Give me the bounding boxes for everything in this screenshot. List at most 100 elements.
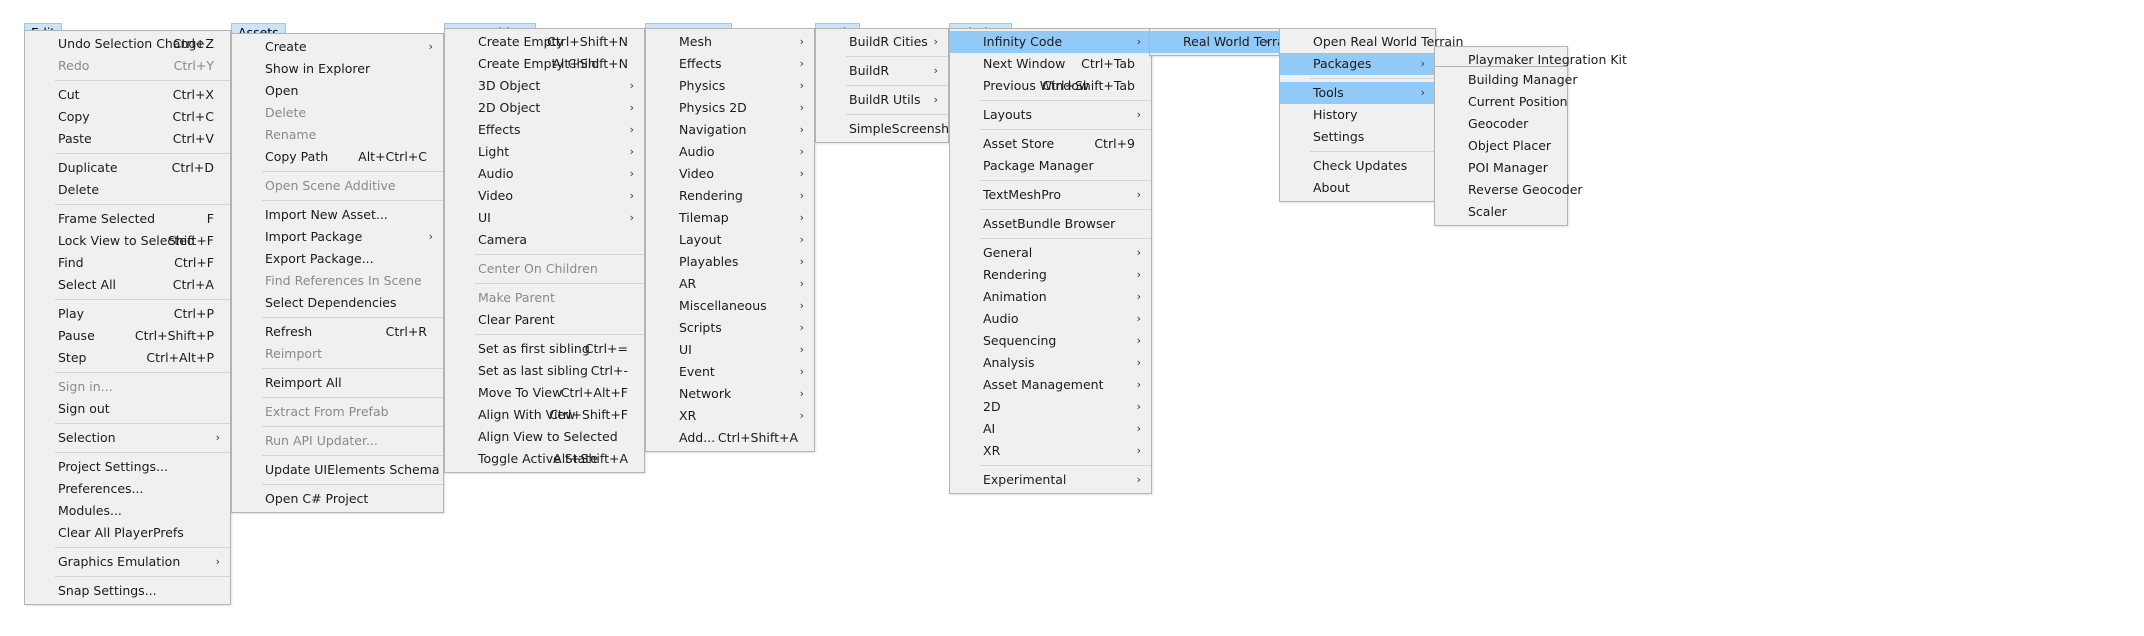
menu-item-frame-selected[interactable]: Frame Selected F	[25, 208, 230, 230]
menu-item-set-as-last-sibling[interactable]: Set as last sibling Ctrl+-	[445, 360, 644, 382]
menu-item-cut[interactable]: Cut Ctrl+X	[25, 84, 230, 106]
menu-item-align-view-to-selected[interactable]: Align View to Selected	[445, 426, 644, 448]
menu-item-clear-parent[interactable]: Clear Parent	[445, 309, 644, 331]
menu-item-play[interactable]: Play Ctrl+P	[25, 303, 230, 325]
menu-item-toggle-active-state[interactable]: Toggle Active State Alt+Shift+A	[445, 448, 644, 470]
menu-item-mesh[interactable]: Mesh ›	[646, 31, 814, 53]
menu-item-ai[interactable]: AI ›	[950, 418, 1151, 440]
menu-item-3d-object[interactable]: 3D Object ›	[445, 75, 644, 97]
menu-item-add[interactable]: Add... Ctrl+Shift+A	[646, 427, 814, 449]
menu-item-find[interactable]: Find Ctrl+F	[25, 252, 230, 274]
menu-item-poi-manager[interactable]: POI Manager	[1435, 157, 1567, 179]
menu-item-preferences[interactable]: Preferences...	[25, 478, 230, 500]
menu-item-reimport-all[interactable]: Reimport All	[232, 372, 443, 394]
menu-item-video[interactable]: Video ›	[646, 163, 814, 185]
menu-item-select-dependencies[interactable]: Select Dependencies	[232, 292, 443, 314]
menu-item-package-manager[interactable]: Package Manager	[950, 155, 1151, 177]
menu-item-import-package[interactable]: Import Package ›	[232, 226, 443, 248]
menu-item-copy-path[interactable]: Copy Path Alt+Ctrl+C	[232, 146, 443, 168]
menu-item-import-new-asset[interactable]: Import New Asset...	[232, 204, 443, 226]
menu-item-rendering[interactable]: Rendering ›	[646, 185, 814, 207]
menu-item-open[interactable]: Open	[232, 80, 443, 102]
menu-item-effects[interactable]: Effects ›	[646, 53, 814, 75]
menu-item-align-with-view[interactable]: Align With View Ctrl+Shift+F	[445, 404, 644, 426]
menu-item-general[interactable]: General ›	[950, 242, 1151, 264]
menu-item-real-world-terrain[interactable]: Real World Terrain ›	[1150, 31, 1296, 53]
menu-item-2d-object[interactable]: 2D Object ›	[445, 97, 644, 119]
menu-item-ar[interactable]: AR ›	[646, 273, 814, 295]
menu-item-asset-management[interactable]: Asset Management ›	[950, 374, 1151, 396]
menu-item-scripts[interactable]: Scripts ›	[646, 317, 814, 339]
menu-item-camera[interactable]: Camera	[445, 229, 644, 251]
menu-item-buildr-cities[interactable]: BuildR Cities ›	[816, 31, 948, 53]
menu-item-layout[interactable]: Layout ›	[646, 229, 814, 251]
menu-item-settings[interactable]: Settings	[1280, 126, 1435, 148]
menu-item-scaler[interactable]: Scaler	[1435, 201, 1567, 223]
menu-item-undo-selection-change[interactable]: Undo Selection Change Ctrl+Z	[25, 33, 230, 55]
menu-item-duplicate[interactable]: Duplicate Ctrl+D	[25, 157, 230, 179]
menu-item-selection[interactable]: Selection ›	[25, 427, 230, 449]
menu-item-buildr-utils[interactable]: BuildR Utils ›	[816, 89, 948, 111]
menu-item-packages[interactable]: Packages ›	[1280, 53, 1435, 75]
menu-item-simplescreenshot[interactable]: SimpleScreenshot	[816, 118, 962, 140]
menu-item-audio[interactable]: Audio ›	[445, 163, 644, 185]
menu-item-object-placer[interactable]: Object Placer	[1435, 135, 1567, 157]
menu-item-reverse-geocoder[interactable]: Reverse Geocoder	[1435, 179, 1583, 201]
menu-item-set-as-first-sibling[interactable]: Set as first sibling Ctrl+=	[445, 338, 644, 360]
menu-item-about[interactable]: About	[1280, 177, 1435, 199]
menu-item-history[interactable]: History	[1280, 104, 1435, 126]
menu-item-event[interactable]: Event ›	[646, 361, 814, 383]
menu-item-refresh[interactable]: Refresh Ctrl+R	[232, 321, 443, 343]
menu-item-layouts[interactable]: Layouts ›	[950, 104, 1151, 126]
menu-item-create[interactable]: Create ›	[232, 36, 443, 58]
menu-item-select-all[interactable]: Select All Ctrl+A	[25, 274, 230, 296]
menu-item-animation[interactable]: Animation ›	[950, 286, 1151, 308]
menu-item-export-package[interactable]: Export Package...	[232, 248, 443, 270]
menu-item-analysis[interactable]: Analysis ›	[950, 352, 1151, 374]
menu-item-sign-out[interactable]: Sign out	[25, 398, 230, 420]
menu-item-2d[interactable]: 2D ›	[950, 396, 1151, 418]
menu-item-audio[interactable]: Audio ›	[950, 308, 1151, 330]
menu-item-delete[interactable]: Delete	[25, 179, 230, 201]
menu-item-building-manager[interactable]: Building Manager	[1435, 69, 1577, 91]
menu-item-textmeshpro[interactable]: TextMeshPro ›	[950, 184, 1151, 206]
menu-item-pause[interactable]: Pause Ctrl+Shift+P	[25, 325, 230, 347]
menu-item-show-in-explorer[interactable]: Show in Explorer	[232, 58, 443, 80]
menu-item-copy[interactable]: Copy Ctrl+C	[25, 106, 230, 128]
menu-item-playables[interactable]: Playables ›	[646, 251, 814, 273]
menu-item-next-window[interactable]: Next Window Ctrl+Tab	[950, 53, 1151, 75]
menu-item-infinity-code[interactable]: Infinity Code ›	[950, 31, 1151, 53]
menu-item-modules[interactable]: Modules...	[25, 500, 230, 522]
menu-item-snap-settings[interactable]: Snap Settings...	[25, 580, 230, 602]
menu-item-physics[interactable]: Physics ›	[646, 75, 814, 97]
menu-item-graphics-emulation[interactable]: Graphics Emulation ›	[25, 551, 230, 573]
menu-item-asset-store[interactable]: Asset Store Ctrl+9	[950, 133, 1151, 155]
menu-item-light[interactable]: Light ›	[445, 141, 644, 163]
menu-item-xr[interactable]: XR ›	[950, 440, 1151, 462]
menu-item-video[interactable]: Video ›	[445, 185, 644, 207]
menu-item-ui[interactable]: UI ›	[646, 339, 814, 361]
menu-item-xr[interactable]: XR ›	[646, 405, 814, 427]
menu-item-physics-2d[interactable]: Physics 2D ›	[646, 97, 814, 119]
menu-item-open-c-project[interactable]: Open C# Project	[232, 488, 443, 510]
menu-item-network[interactable]: Network ›	[646, 383, 814, 405]
menu-item-navigation[interactable]: Navigation ›	[646, 119, 814, 141]
menu-item-geocoder[interactable]: Geocoder	[1435, 113, 1567, 135]
menu-item-update-uielements-schema[interactable]: Update UIElements Schema	[232, 459, 443, 481]
menu-item-move-to-view[interactable]: Move To View Ctrl+Alt+F	[445, 382, 644, 404]
menu-item-audio[interactable]: Audio ›	[646, 141, 814, 163]
menu-item-paste[interactable]: Paste Ctrl+V	[25, 128, 230, 150]
menu-item-previous-window[interactable]: Previous Window Ctrl+Shift+Tab	[950, 75, 1151, 97]
menu-item-experimental[interactable]: Experimental ›	[950, 469, 1151, 491]
menu-item-tilemap[interactable]: Tilemap ›	[646, 207, 814, 229]
menu-item-open-real-world-terrain[interactable]: Open Real World Terrain	[1280, 31, 1463, 53]
menu-item-assetbundle-browser[interactable]: AssetBundle Browser	[950, 213, 1151, 235]
menu-item-lock-view-to-selected[interactable]: Lock View to Selected Shift+F	[25, 230, 230, 252]
menu-item-create-empty[interactable]: Create Empty Ctrl+Shift+N	[445, 31, 644, 53]
menu-item-clear-all-playerprefs[interactable]: Clear All PlayerPrefs	[25, 522, 230, 544]
menu-item-effects[interactable]: Effects ›	[445, 119, 644, 141]
menu-item-miscellaneous[interactable]: Miscellaneous ›	[646, 295, 814, 317]
menu-item-rendering[interactable]: Rendering ›	[950, 264, 1151, 286]
menu-item-check-updates[interactable]: Check Updates	[1280, 155, 1435, 177]
menu-item-sequencing[interactable]: Sequencing ›	[950, 330, 1151, 352]
